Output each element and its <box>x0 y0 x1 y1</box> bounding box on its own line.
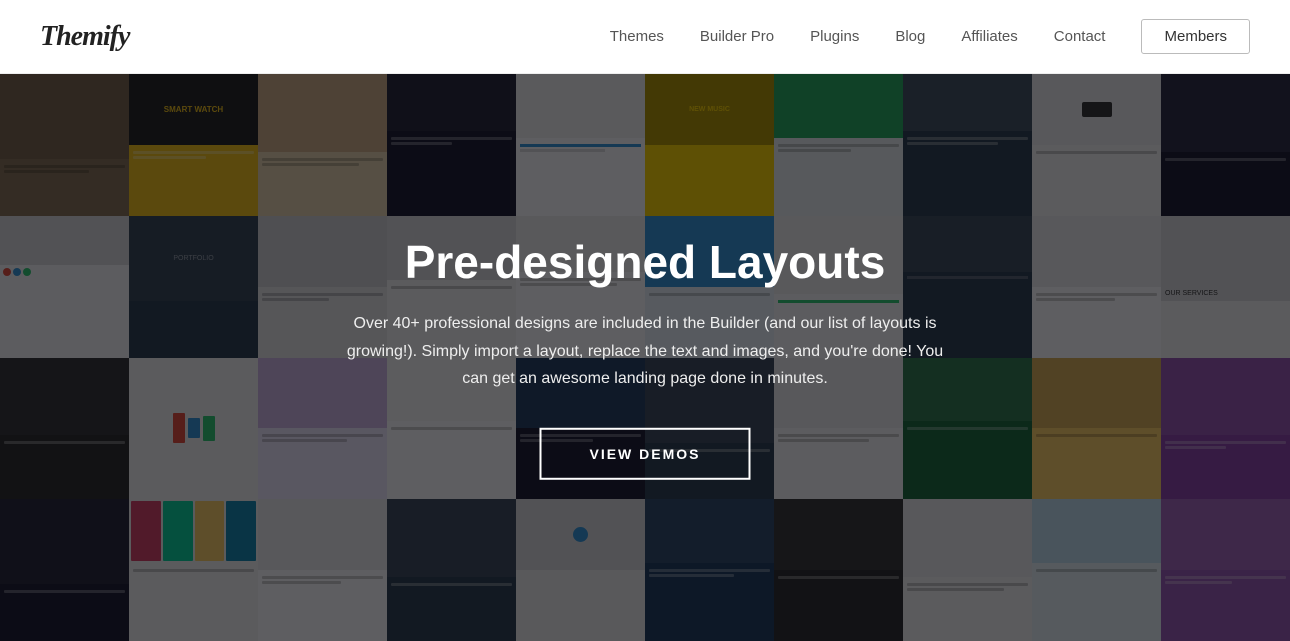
nav-plugins[interactable]: Plugins <box>810 28 859 45</box>
nav-contact[interactable]: Contact <box>1054 28 1106 45</box>
hero-section: SMART WATCH NEW MUSIC PORTFOLIO OUR SERV… <box>0 74 1290 641</box>
site-header: Themify Themes Builder Pro Plugins Blog … <box>0 0 1290 74</box>
nav-blog[interactable]: Blog <box>895 28 925 45</box>
hero-subtitle: Over 40+ professional designs are includ… <box>343 310 948 392</box>
members-button[interactable]: Members <box>1141 19 1250 54</box>
site-logo[interactable]: Themify <box>40 21 129 53</box>
hero-title: Pre-designed Layouts <box>343 235 948 288</box>
nav-builder-pro[interactable]: Builder Pro <box>700 28 774 45</box>
hero-content: Pre-designed Layouts Over 40+ profession… <box>323 235 968 479</box>
main-nav: Themes Builder Pro Plugins Blog Affiliat… <box>610 19 1250 54</box>
view-demos-button[interactable]: VIEW DEMOS <box>539 428 750 480</box>
nav-affiliates[interactable]: Affiliates <box>961 28 1017 45</box>
nav-themes[interactable]: Themes <box>610 28 664 45</box>
